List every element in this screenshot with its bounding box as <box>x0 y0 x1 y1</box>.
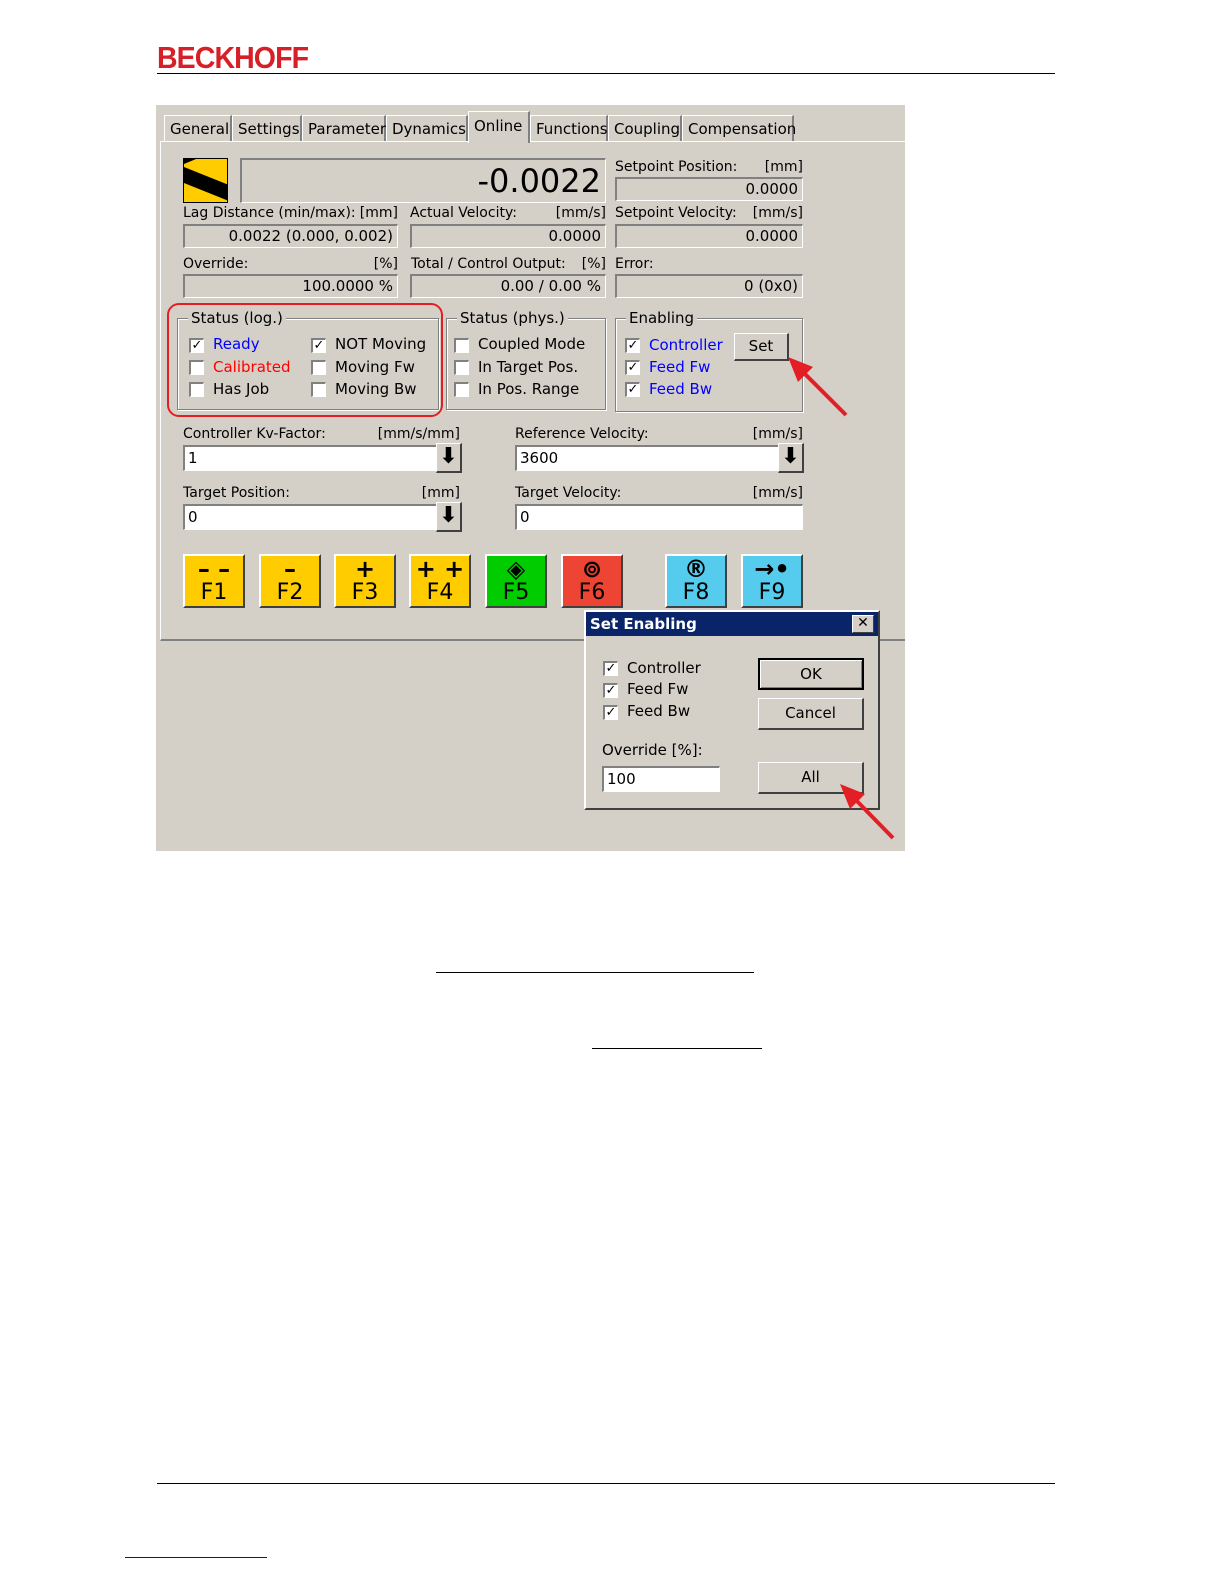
link-underline-1[interactable] <box>436 972 754 973</box>
beckhoff-logo: BECKHOFF <box>157 40 309 75</box>
link-underline-2[interactable] <box>592 1048 762 1049</box>
annotation-arrows <box>788 357 895 840</box>
footer-link-underline[interactable] <box>125 1557 267 1558</box>
footer-rule <box>157 1483 1055 1484</box>
tab-online[interactable]: Online <box>468 111 530 143</box>
axis-online-window: General Settings Parameter Dynamics Onli… <box>156 105 905 851</box>
header-rule <box>157 73 1055 74</box>
arrow-to-set-button <box>797 366 848 417</box>
